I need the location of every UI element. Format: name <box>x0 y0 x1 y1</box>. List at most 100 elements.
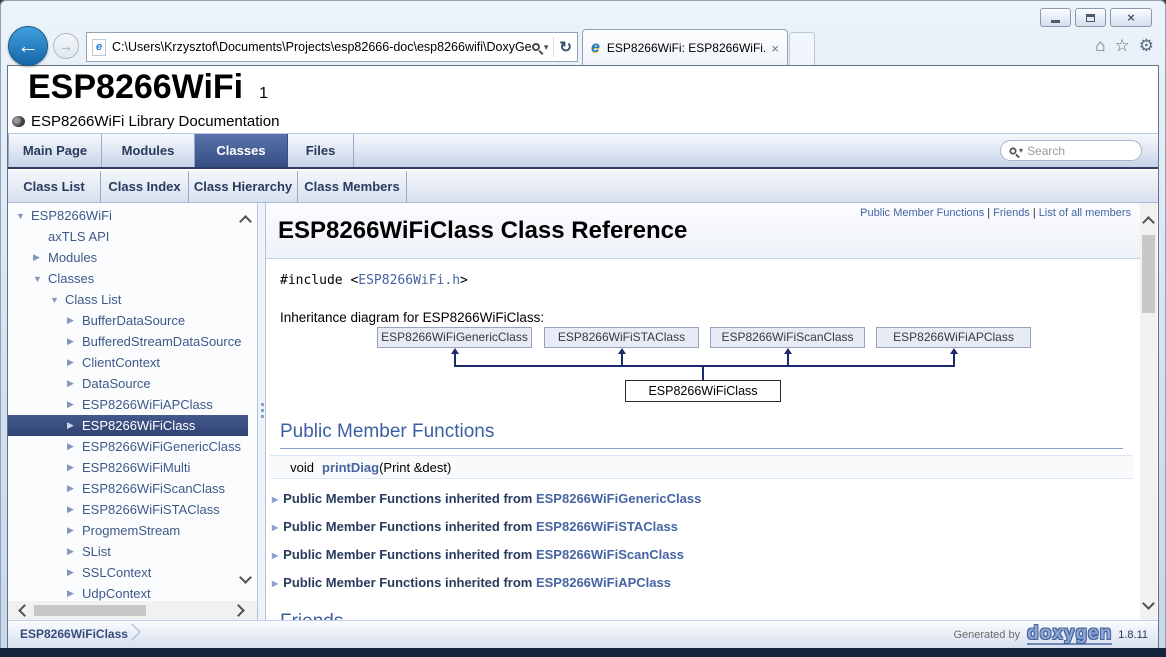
sidebar-item-bufferdatasource[interactable]: ▶BufferDataSource <box>8 310 257 331</box>
minimize-button[interactable] <box>1040 8 1071 27</box>
generated-by-label: Generated by <box>953 629 1020 641</box>
new-tab-button[interactable] <box>789 32 815 66</box>
scrollbar-thumb[interactable] <box>1142 235 1155 313</box>
chevron-down-icon[interactable]: ▾ <box>544 42 549 53</box>
scroll-down-icon[interactable] <box>1142 597 1155 610</box>
chevron-right-icon[interactable]: ▶ <box>67 546 82 557</box>
browser-tab[interactable]: e ESP8266WiFi: ESP8266WiFi... × <box>582 29 788 66</box>
chevron-right-icon[interactable]: ▶ <box>67 588 82 599</box>
sidebar-item-bufferedstreamdatasource[interactable]: ▶BufferedStreamDataSource <box>8 331 257 352</box>
inherited-section-genericclass[interactable]: ▶Public Member Functions inherited from … <box>272 491 701 507</box>
tab-class-index[interactable]: Class Index <box>101 171 189 202</box>
chevron-down-icon[interactable]: ▼ <box>33 274 48 284</box>
tab-close-icon[interactable]: × <box>771 41 779 56</box>
sidebar-horizontal-scrollbar[interactable] <box>8 601 257 620</box>
restore-button[interactable] <box>1075 8 1106 27</box>
home-button[interactable]: ⌂ <box>1095 36 1105 56</box>
scrollbar-thumb[interactable] <box>34 605 146 616</box>
inherited-class-link[interactable]: ESP8266WiFiScanClass <box>536 547 684 562</box>
chevron-right-icon[interactable]: ▶ <box>272 551 278 560</box>
link-all-members[interactable]: List of all members <box>1039 207 1131 219</box>
inherited-class-link[interactable]: ESP8266WiFiGenericClass <box>536 491 701 506</box>
diagram-node-staclass[interactable]: ESP8266WiFiSTAClass <box>544 327 699 348</box>
chevron-down-icon[interactable]: ▾ <box>1019 146 1023 155</box>
sidebar-item-esp8266wifiapclass[interactable]: ▶ESP8266WiFiAPClass <box>8 394 257 415</box>
close-button[interactable]: × <box>1110 8 1152 27</box>
diagram-node-scanclass[interactable]: ESP8266WiFiScanClass <box>710 327 865 348</box>
inherited-section-scanclass[interactable]: ▶Public Member Functions inherited from … <box>272 547 684 563</box>
divider <box>553 37 554 57</box>
url-text[interactable]: C:\Users\Krzysztof\Documents\Projects\es… <box>112 40 532 54</box>
inherited-class-link[interactable]: ESP8266WiFiSTAClass <box>536 519 678 534</box>
sidebar-item-datasource[interactable]: ▶DataSource <box>8 373 257 394</box>
tab-class-list[interactable]: Class List <box>8 171 101 202</box>
sidebar-item-esp8266wifigenericclass[interactable]: ▶ESP8266WiFiGenericClass <box>8 436 257 457</box>
link-public-member-functions[interactable]: Public Member Functions <box>860 207 984 219</box>
chevron-right-icon[interactable]: ▶ <box>67 462 82 473</box>
chevron-right-icon[interactable]: ▶ <box>272 579 278 588</box>
forward-button[interactable]: → <box>53 33 79 59</box>
diagram-node-apclass[interactable]: ESP8266WiFiAPClass <box>876 327 1031 348</box>
inherited-class-link[interactable]: ESP8266WiFiAPClass <box>536 575 671 590</box>
sidebar-item-esp8266wifi[interactable]: ▼ESP8266WiFi <box>8 205 257 226</box>
chevron-right-icon[interactable]: ▶ <box>67 504 82 515</box>
tab-files[interactable]: Files <box>288 134 354 167</box>
sidebar-item-modules[interactable]: ▶Modules <box>8 247 257 268</box>
link-friends[interactable]: Friends <box>993 207 1030 219</box>
chevron-down-icon[interactable]: ▼ <box>50 295 65 305</box>
sidebar-item-sslcontext[interactable]: ▶SSLContext <box>8 562 257 583</box>
chevron-right-icon[interactable]: ▶ <box>67 567 82 578</box>
scroll-right-icon[interactable] <box>232 604 245 617</box>
chevron-right-icon[interactable]: ▶ <box>67 336 82 347</box>
chevron-right-icon[interactable]: ▶ <box>67 357 82 368</box>
scroll-left-icon[interactable] <box>18 604 31 617</box>
chevron-right-icon[interactable]: ▶ <box>67 399 82 410</box>
diagram-node-esp8266wificlass[interactable]: ESP8266WiFiClass <box>625 380 781 402</box>
sidebar-item-classes[interactable]: ▼Classes <box>8 268 257 289</box>
tab-modules[interactable]: Modules <box>102 134 195 167</box>
sidebar-item-slist[interactable]: ▶SList <box>8 541 257 562</box>
doc-search-box[interactable]: ▾ <box>1000 140 1142 161</box>
sidebar-item-progmemstream[interactable]: ▶ProgmemStream <box>8 520 257 541</box>
breadcrumb[interactable]: ESP8266WiFiClass <box>20 621 128 648</box>
doxygen-logo[interactable]: doxygen <box>1027 624 1112 645</box>
refresh-button[interactable]: ↻ <box>559 38 572 56</box>
tab-main-page[interactable]: Main Page <box>8 134 102 167</box>
content-vertical-scrollbar[interactable] <box>1140 203 1157 620</box>
chevron-right-icon[interactable]: ▶ <box>272 523 278 532</box>
tab-classes[interactable]: Classes <box>195 134 288 167</box>
inherited-section-apclass[interactable]: ▶Public Member Functions inherited from … <box>272 575 671 591</box>
chevron-right-icon[interactable]: ▶ <box>67 420 82 431</box>
chevron-right-icon[interactable]: ▶ <box>67 525 82 536</box>
sidebar-item-esp8266wifimulti[interactable]: ▶ESP8266WiFiMulti <box>8 457 257 478</box>
scroll-up-icon[interactable] <box>1142 216 1155 229</box>
chevron-right-icon[interactable]: ▶ <box>33 252 48 263</box>
sidebar-item-esp8266wificlass[interactable]: ▶ESP8266WiFiClass <box>8 415 248 436</box>
search-input[interactable] <box>1027 144 1117 158</box>
chevron-right-icon[interactable]: ▶ <box>67 315 82 326</box>
tab-class-members[interactable]: Class Members <box>298 171 407 202</box>
chevron-down-icon[interactable]: ▼ <box>16 211 31 221</box>
favorites-button[interactable]: ☆ <box>1115 36 1130 56</box>
tab-label: Files <box>306 143 336 158</box>
sidebar-item-class-list[interactable]: ▼Class List <box>8 289 257 310</box>
search-icon[interactable] <box>532 43 540 51</box>
chevron-right-icon[interactable]: ▶ <box>67 441 82 452</box>
sidebar-item-esp8266wifistaclass[interactable]: ▶ESP8266WiFiSTAClass <box>8 499 257 520</box>
generated-by: Generated by doxygen 1.8.11 <box>953 621 1148 648</box>
sidebar-item-axtls-api[interactable]: axTLS API <box>8 226 257 247</box>
diagram-node-genericclass[interactable]: ESP8266WiFiGenericClass <box>377 327 532 348</box>
sidebar-resize-handle[interactable] <box>257 203 266 620</box>
chevron-right-icon[interactable]: ▶ <box>67 483 82 494</box>
chevron-right-icon[interactable]: ▶ <box>67 378 82 389</box>
member-name-link[interactable]: printDiag <box>322 460 379 475</box>
back-button[interactable]: ← <box>8 26 48 66</box>
sidebar-item-clientcontext[interactable]: ▶ClientContext <box>8 352 257 373</box>
settings-button[interactable]: ⚙ <box>1139 36 1154 56</box>
address-bar[interactable]: e C:\Users\Krzysztof\Documents\Projects\… <box>86 32 578 62</box>
inherited-section-staclass[interactable]: ▶Public Member Functions inherited from … <box>272 519 678 535</box>
chevron-right-icon[interactable]: ▶ <box>272 495 278 504</box>
sidebar-item-esp8266wifiscanclass[interactable]: ▶ESP8266WiFiScanClass <box>8 478 257 499</box>
include-file-link[interactable]: ESP8266WiFi.h <box>358 273 460 288</box>
tab-class-hierarchy[interactable]: Class Hierarchy <box>189 171 298 202</box>
